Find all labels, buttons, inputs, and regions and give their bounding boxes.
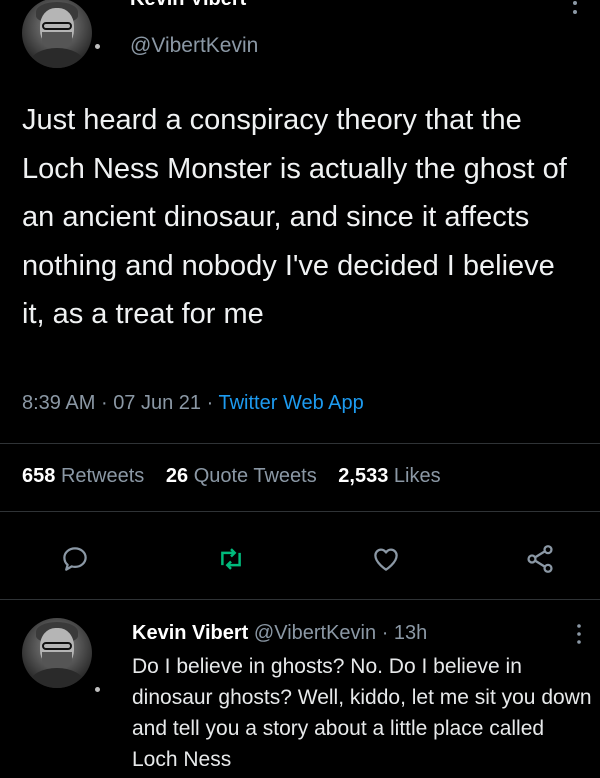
- reply-more-options-icon[interactable]: [574, 622, 584, 648]
- retweets-count: 658: [22, 465, 56, 487]
- reply-display-name[interactable]: Kevin Vibert: [132, 622, 248, 644]
- share-icon[interactable]: [524, 543, 556, 575]
- reply-handle[interactable]: @VibertKevin: [254, 622, 376, 644]
- divider: [0, 599, 600, 600]
- likes-count: 2,533: [338, 465, 389, 487]
- avatar-dot: [95, 687, 100, 692]
- reply-author-avatar[interactable]: [22, 618, 92, 688]
- tweet-meta: 8:39 AM · 07 Jun 21 · Twitter Web App: [22, 392, 364, 415]
- author-avatar[interactable]: [22, 0, 92, 68]
- reply-header: Kevin Vibert @VibertKevin · 13h: [132, 622, 427, 645]
- tweet-text: Just heard a conspiracy theory that the …: [22, 104, 567, 330]
- reply-icon[interactable]: [60, 544, 90, 574]
- likes-label: Likes: [393, 465, 441, 487]
- more-options-icon[interactable]: [568, 0, 582, 18]
- avatar-body: [30, 668, 84, 688]
- like-icon[interactable]: [371, 544, 401, 574]
- avatar-body: [30, 48, 84, 68]
- likes-stat[interactable]: 2,533 Likes: [338, 465, 440, 487]
- reply-separator: ·: [381, 622, 389, 644]
- quotes-count: 26: [165, 465, 189, 487]
- tweet-time[interactable]: 8:39 AM: [22, 392, 95, 414]
- avatar-glasses: [42, 22, 72, 30]
- author-display-name[interactable]: Kevin Vibert: [130, 0, 246, 11]
- tweet-stats: 658 Retweets 26 Quote Tweets 2,533 Likes: [22, 465, 441, 488]
- reply-text: Do I believe in ghosts? No. Do I believe…: [132, 655, 592, 771]
- tweet-source[interactable]: Twitter Web App: [218, 392, 363, 414]
- quotes-stat[interactable]: 26 Quote Tweets: [166, 465, 322, 487]
- avatar-dot: [95, 44, 100, 49]
- retweet-icon[interactable]: [215, 544, 247, 574]
- quotes-label: Quote Tweets: [193, 465, 317, 487]
- reply-age[interactable]: 13h: [394, 622, 427, 644]
- divider: [0, 443, 600, 444]
- tweet-date[interactable]: 07 Jun 21: [113, 392, 201, 414]
- meta-separator: ·: [206, 392, 214, 414]
- retweets-label: Retweets: [60, 465, 145, 487]
- divider: [0, 511, 600, 512]
- meta-separator: ·: [100, 392, 108, 414]
- author-handle[interactable]: @VibertKevin: [130, 34, 258, 58]
- retweets-stat[interactable]: 658 Retweets: [22, 465, 150, 487]
- avatar-glasses: [42, 642, 72, 650]
